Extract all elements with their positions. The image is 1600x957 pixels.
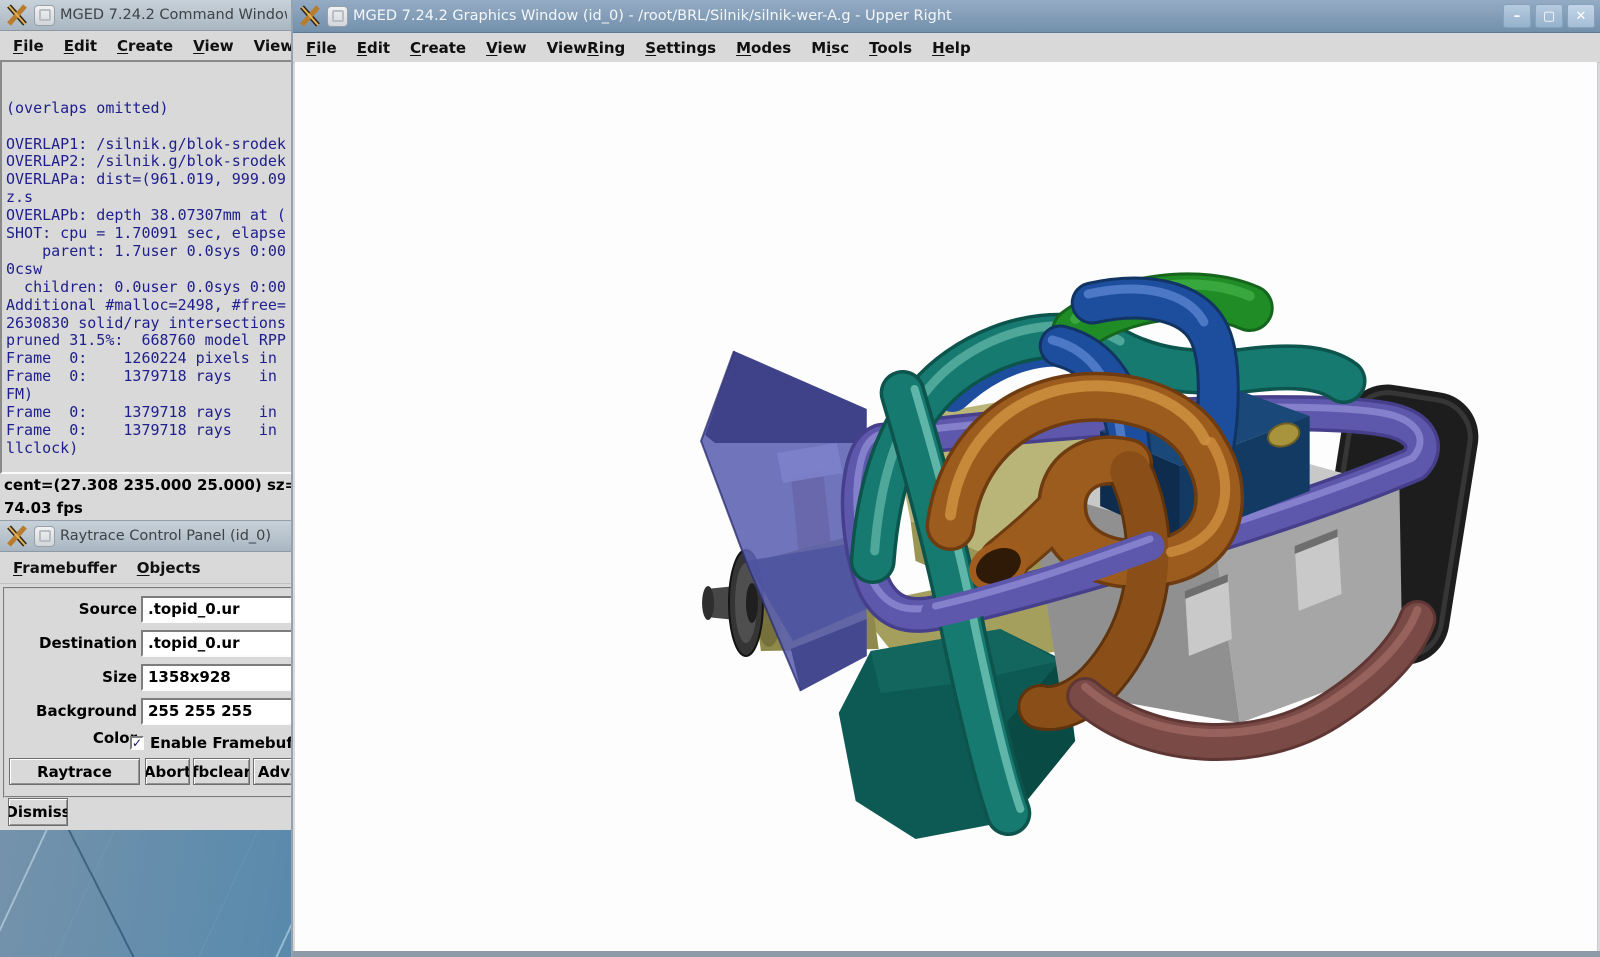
command-status-area: cent=(27.308 235.000 25.000) sz=1915.383… <box>0 474 293 520</box>
size-label: Size <box>0 664 137 691</box>
dismiss-button[interactable]: Dismiss <box>8 798 68 826</box>
graphics-window-menubar: FileEditCreateViewViewRingSettingsModesM… <box>293 33 1600 63</box>
menu-help[interactable]: Help <box>922 39 981 57</box>
enable-framebuffer-row: ✓ Enable Framebuffer <box>130 733 293 753</box>
background-color-label: Background Color <box>0 698 137 752</box>
menu-tools[interactable]: Tools <box>859 39 922 57</box>
window-menu-icon[interactable] <box>34 526 55 547</box>
menu-objects[interactable]: Objects <box>127 559 211 577</box>
raytrace-button[interactable]: Raytrace <box>9 758 140 785</box>
background-color-input[interactable]: 255 255 255 <box>141 698 293 725</box>
terminal-output[interactable]: (overlaps omitted) OVERLAP1: /silnik.g/b… <box>0 60 293 474</box>
menu-viewring[interactable]: ViewRing <box>537 39 636 57</box>
menu-file[interactable]: File <box>296 39 347 57</box>
graphics-window: MGED 7.24.2 Graphics Window (id_0) - /ro… <box>291 0 1600 957</box>
graphics-window-title: MGED 7.24.2 Graphics Window (id_0) - /ro… <box>353 8 1498 24</box>
mged-logo-icon <box>5 3 29 27</box>
command-window: MGED 7.24.2 Command Window (id FileEditC… <box>0 0 293 520</box>
menu-create[interactable]: Create <box>400 39 476 57</box>
enable-framebuffer-label: Enable Framebuffer <box>150 734 293 752</box>
enable-framebuffer-checkbox[interactable]: ✓ <box>130 736 144 750</box>
engine-3d-model <box>295 62 1597 951</box>
command-window-menubar: FileEditCreateViewViewRingSe <box>0 31 292 61</box>
minimize-icon[interactable]: – <box>1503 4 1531 28</box>
graphics-canvas[interactable] <box>295 62 1598 951</box>
source-label: Source <box>0 596 137 623</box>
destination-input[interactable]: .topid_0.ur <box>141 630 293 657</box>
menu-framebuffer[interactable]: Framebuffer <box>3 559 127 577</box>
raytrace-panel-titlebar[interactable]: Raytrace Control Panel (id_0) <box>0 521 292 552</box>
close-icon[interactable]: ✕ <box>1567 4 1595 28</box>
fbclear-button[interactable]: fbclear <box>193 758 250 785</box>
view-center-status: cent=(27.308 235.000 25.000) sz=1915.383 <box>0 474 293 497</box>
menu-edit[interactable]: Edit <box>54 37 107 55</box>
checkmark-icon: ✓ <box>132 737 142 749</box>
menu-edit[interactable]: Edit <box>347 39 400 57</box>
command-window-title: MGED 7.24.2 Command Window (id <box>60 7 287 23</box>
menu-misc[interactable]: Misc <box>801 39 859 57</box>
mged-logo-icon <box>5 524 29 548</box>
raytrace-panel-title: Raytrace Control Panel (id_0) <box>60 528 287 544</box>
raytrace-panel-menubar: FramebufferObjects <box>0 552 292 584</box>
graphics-window-bottom-edge <box>293 951 1600 957</box>
mged-logo-icon <box>298 4 322 28</box>
graphics-window-titlebar[interactable]: MGED 7.24.2 Graphics Window (id_0) - /ro… <box>293 0 1600 33</box>
maximize-icon[interactable]: ▢ <box>1535 4 1563 28</box>
source-input[interactable]: .topid_0.ur <box>141 596 293 623</box>
fps-status: 74.03 fps <box>0 497 293 520</box>
menu-view[interactable]: View <box>476 39 537 57</box>
destination-label: Destination <box>0 630 137 657</box>
window-controls: – ▢ ✕ <box>1503 4 1595 28</box>
menu-view[interactable]: View <box>183 37 244 55</box>
menu-settings[interactable]: Settings <box>635 39 726 57</box>
menu-create[interactable]: Create <box>107 37 183 55</box>
advanced-button[interactable]: Adva <box>253 758 293 785</box>
raytrace-control-panel: Raytrace Control Panel (id_0) Framebuffe… <box>0 520 293 830</box>
terminal-lines: (overlaps omitted) OVERLAP1: /silnik.g/b… <box>6 100 291 474</box>
menu-file[interactable]: File <box>3 37 54 55</box>
abort-button[interactable]: Abort <box>145 758 190 785</box>
command-window-titlebar[interactable]: MGED 7.24.2 Command Window (id <box>0 0 292 31</box>
size-input[interactable]: 1358x928 <box>141 664 293 691</box>
menu-modes[interactable]: Modes <box>726 39 801 57</box>
window-menu-icon[interactable] <box>34 5 55 26</box>
window-menu-icon[interactable] <box>327 6 348 27</box>
